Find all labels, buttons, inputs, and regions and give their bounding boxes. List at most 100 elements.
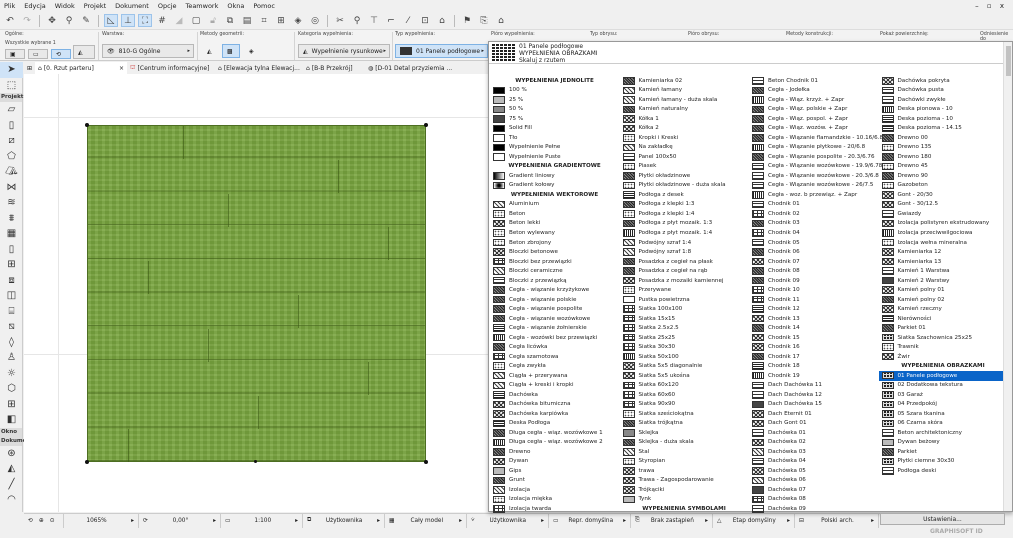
zoom-field[interactable]: 1065% ▸ [64,513,139,528]
fill-element-floor-panels[interactable] [87,125,426,462]
dropdown-scrollbar[interactable] [1003,42,1012,511]
railing-tool-icon[interactable]: ⩩ [0,211,23,227]
fill-list-item[interactable]: Tynk [620,495,749,505]
fill-list-item[interactable]: Cegła - wozówki bez przewiązki [490,333,619,343]
publish-icon[interactable]: ⎘ [477,14,491,27]
fill-list-item[interactable]: Siatka 50x100 [620,352,749,362]
fill-list-item[interactable]: Deska Podłoga [490,419,619,429]
fill-list-item[interactable]: Chodnik 14 [749,323,878,333]
fill-list-item[interactable]: Chodnik 16 [749,342,878,352]
lamp-tool-icon[interactable]: ☼ [0,366,23,382]
fill-list-item[interactable]: Chodnik 09 [749,276,878,286]
fill-list-item[interactable]: Kamieniarka 13 [879,257,1008,267]
fill-list-item[interactable]: Chodnik 06 [749,247,878,257]
model-view-field[interactable]: ▦ Cały model ▸ [385,513,467,528]
fill-list-item[interactable]: Podłoga z klepki 1:4 [620,209,749,219]
fill-list-item[interactable]: Cegła licówka [490,342,619,352]
fill-list-item[interactable]: Kamień polny 01 [879,285,1008,295]
tab-detail[interactable]: ◍ [D-01 Detal przyziemia ... [365,62,488,74]
fill-list-item[interactable]: Izolacja twarda [490,504,619,514]
fill-list-item[interactable]: Podwójny szraf 1:4 [620,238,749,248]
menu-item[interactable]: Widok [55,2,75,10]
fill-list-item[interactable]: 50 % [490,105,619,115]
fill-list-item[interactable]: Posadzka z cegieł na rąb [620,266,749,276]
fill-list-item[interactable]: Dach Dachówka 12 [749,390,878,400]
menu-item[interactable]: Projekt [84,2,106,10]
menu-item[interactable]: Plik [4,2,15,10]
element-icon[interactable]: ⊞ [274,14,288,27]
fill-list-item[interactable]: Gont - 20/30 [879,190,1008,200]
fill-list-item[interactable]: Nierówności [879,314,1008,324]
fill-list-item[interactable]: Kamieniarka 02 [620,76,749,86]
renovation-field[interactable]: △ Etap domyślny ▸ [713,513,795,528]
fill-list-item[interactable]: Dachówka 05 [749,466,878,476]
fill-list-item[interactable]: Kamień naturalny [620,105,749,115]
fill-list-item[interactable]: Chodnik 15 [749,333,878,343]
fill-list-item[interactable]: Dachówka pusta [879,86,1008,96]
fill-list-item[interactable]: Grunt [490,476,619,486]
wall-tool-icon[interactable]: ▱ [0,102,23,118]
fill-list-item[interactable]: Parkiet 01 [879,323,1008,333]
fill-list-item[interactable]: Stal [620,447,749,457]
fill-list-item[interactable]: Dach Dachówka 15 [749,400,878,410]
stair-tool-icon[interactable]: ≋ [0,195,23,211]
rotate-button[interactable]: ⟲ [51,49,71,59]
fill-list-item[interactable]: Siatka 2.5x2.5 [620,323,749,333]
fill-list-item[interactable]: Trawa - Zagospodarowanie [620,476,749,486]
fill-list-item[interactable]: Beton architektoniczny [879,428,1008,438]
fill-list-item[interactable]: Posadzka z cegieł na płask [620,257,749,267]
trim-icon[interactable]: ✂ [333,14,347,27]
fill-list-item[interactable]: Siatka Szachownica 25x25 [879,333,1008,343]
menu-item[interactable]: Dokument [115,2,149,10]
fill-list-item[interactable]: Dachówka 08 [749,495,878,505]
fill-list-item[interactable]: Podwójny szraf 1:8 [620,247,749,257]
fill-list-item[interactable]: Beton [490,209,619,219]
fill-list-item[interactable]: Chodnik 05 [749,238,878,248]
fill-list-item[interactable]: Siatka 5x5 ukośna [620,371,749,381]
eyedropper-icon[interactable]: ⚲ [62,14,76,27]
fill-list-item[interactable]: Chodnik 07 [749,257,878,267]
fill-list-item[interactable]: Cegła - Wiązanie wozówkowe - 20.3/6.8 [749,171,879,181]
fill-list-item[interactable]: Siatka 90x90 [620,400,749,410]
fill-list-item[interactable]: Podłoga deski [879,466,1008,476]
fill-list-item[interactable]: Dach Eternit 01 [749,409,878,419]
fill-list-item[interactable]: Cegła - Wiązanie flamandzkie - 10.16/6.8 [749,133,883,143]
mesh-tool-icon[interactable]: ⧅ [0,319,23,335]
fillet-icon[interactable]: ⌐ [384,14,398,27]
roof-tool-icon[interactable]: ⛺︎ [0,164,23,180]
fill-list-item[interactable]: Gazobeton [879,181,1008,191]
fill-list-item[interactable]: Podłoga z klepki 1:3 [620,200,749,210]
arrow-tool-icon[interactable]: ➤ [0,62,23,78]
inject-icon[interactable]: ✎ [79,14,93,27]
fill-list-item[interactable]: Gwiazdy [879,209,1008,219]
layer-select[interactable]: 👁︎ 810-G Ogólne ▸ [102,44,194,58]
fill-list-item[interactable]: Sklejka - duża skala [620,438,749,448]
fill-list-item[interactable]: Izolacja miękka [490,495,619,505]
resize-icon[interactable]: ⊡ [418,14,432,27]
polygon-method-button[interactable]: ◭ [203,44,221,58]
redo-icon[interactable]: ↷ [20,14,34,27]
layer-combination-field[interactable]: ⧉ Użytkownika ▸ [303,513,385,528]
tab-overview-icon[interactable]: ⊞ [24,62,35,74]
find-icon[interactable]: ⚲ [350,14,364,27]
fill-list-item[interactable]: Dachówki zwykłe [879,95,1008,105]
fill-list-item[interactable]: Płytki okładzinowe [620,171,749,181]
fill-list-item[interactable]: Aluminium [490,200,619,210]
undo-icon[interactable]: ↶ [3,14,17,27]
fill-list-item[interactable]: 25 % [490,95,619,105]
fill-list-item[interactable]: Kamień 2 Warstwy [879,276,1008,286]
fill-list-item[interactable]: Beton lekki [490,219,619,229]
fill-list-item[interactable]: Siatka 25x25 [620,333,749,343]
fill-list-item[interactable]: 75 % [490,114,619,124]
fill-list-item[interactable]: Kamień rzeczny [879,304,1008,314]
fill-list-item[interactable]: Dachówka 09 [749,504,878,514]
scale-field[interactable]: ▭ 1:100 ▸ [221,513,303,528]
tab-elevation[interactable]: ⌂ [Elewacja tylna Elewacj... [215,62,303,74]
fill-list-item[interactable]: Wypełnienie Puste [490,152,619,162]
graphisoft-id-label[interactable]: GRAPHISOFT ID [930,528,983,535]
wall-end-tool-icon[interactable]: ⌸ [0,304,23,320]
fill-list-item[interactable]: Ciągła + kreski i kropki [490,381,619,391]
fill-list-item[interactable]: Beton wylewany [490,228,619,238]
fill-list-item[interactable]: Chodnik 03 [749,219,878,229]
rectangle-method-button[interactable]: ▩ [222,44,240,58]
